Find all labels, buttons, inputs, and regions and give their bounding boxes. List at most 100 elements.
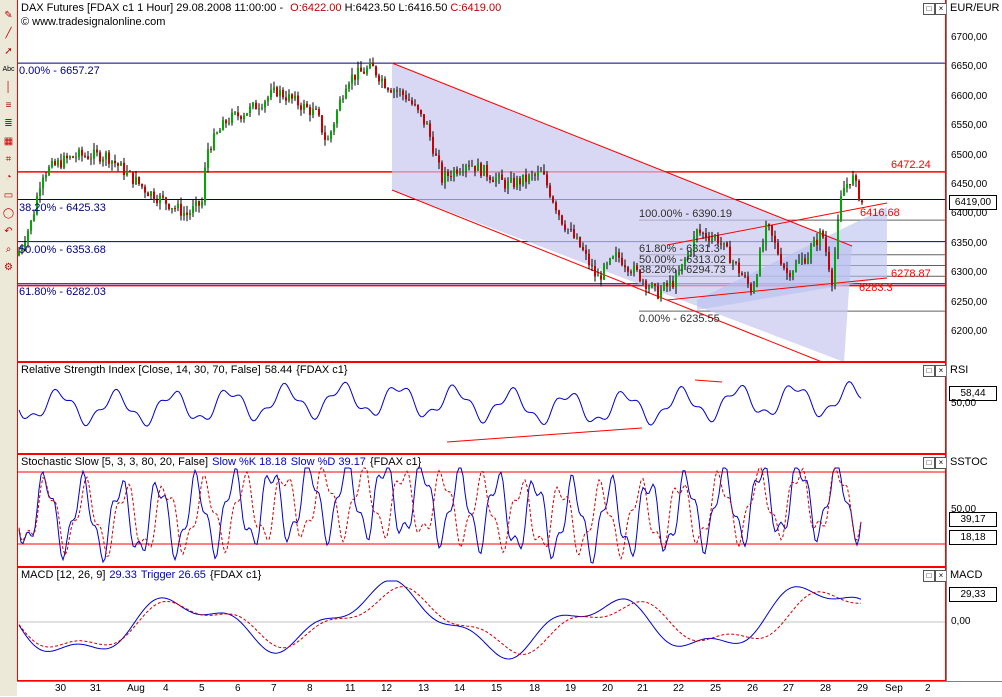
rsi-axis-title: RSI [950,364,969,376]
channel-tool-icon[interactable]: ▦ [1,134,16,149]
price-tick-label: 6400,00 [951,208,988,220]
price-tick-label: 6250,00 [951,296,988,308]
fib-tool-icon[interactable]: ≡ [1,98,16,113]
time-axis-label: 20 [602,683,614,694]
chart-symbol-info: DAX Futures [FDAX c1 1 Hour] 29.08.2008 … [21,2,287,14]
price-tick-label: 6650,00 [951,61,988,73]
settings-tool-icon[interactable]: ⚙ [1,260,16,275]
macd-title: MACD [12, 26, 9] 29.33 Trigger 26.65 {FDAX … [21,569,265,581]
fib-right-label: 0.00% - 6235.55 [639,313,720,326]
arrow-tool-icon[interactable]: ➚ [1,44,16,59]
stochastic-pane-border [17,454,946,567]
time-axis-label: 15 [491,683,503,694]
time-axis-label: 19 [565,683,577,694]
time-axis-label: 5 [199,683,205,694]
stochastic-axis: SSTOC 50,00 39,17 18,18 [946,454,1002,567]
time-axis-label: 28 [820,683,832,694]
time-axis-label: 22 [673,683,685,694]
time-axis-label: 25 [710,683,722,694]
pencil-tool-icon[interactable]: ✎ [1,8,16,23]
close-value: C:6419.00 [447,2,502,14]
rsi-axis: RSI 58,44 50,00 [946,362,1002,454]
time-axis-label: Sep [885,683,903,694]
last-price-tag: 6419,00 [949,195,997,210]
zoom-tool-icon[interactable]: ⌕ [1,242,16,257]
time-axis-label: 13 [418,683,430,694]
website-label: © www.tradesignalonline.com [21,16,166,28]
support-label: 6278.87 [891,267,931,280]
maximize-icon[interactable]: □ [923,365,935,377]
time-axis-label: 18 [529,683,541,694]
time-axis-label: 8 [307,683,313,694]
macd-value-tag: 29,33 [949,587,997,602]
stochastic-symbol: {FDAX c1} [369,456,422,468]
macd-name: MACD [12, 26, 9] [21,569,106,581]
fib-left-label: 0.00% - 6657.27 [19,65,100,78]
stochastic-k-tag: 18,18 [949,530,997,545]
maximize-icon[interactable]: □ [923,3,935,15]
price-pane-title: DAX Futures [FDAX c1 1 Hour] 29.08.2008 … [21,2,501,14]
price-tick-label: 6700,00 [951,32,988,43]
rsi-pane[interactable]: Relative Strength Index [Close, 14, 30, … [17,362,1002,454]
maximize-icon[interactable]: □ [923,457,935,469]
price-axis[interactable]: EUR/EUR 6700,00 6650,00 6600,00 6550,00 6500… [946,0,1002,362]
stochastic-pane[interactable]: Stochastic Slow [5, 3, 3, 80, 20, False]… [17,454,1002,567]
time-axis-label: 21 [637,683,649,694]
time-axis-label: 2 [925,683,931,694]
fib-right-label: 38.20% - 6294.73 [639,264,726,277]
macd-axis-title: MACD [950,569,983,581]
time-axis-label: 4 [163,683,169,694]
high-value: H:6423.50 [341,2,396,14]
trend-label: 6416.68 [860,206,900,219]
price-tick-label: 6200,00 [951,326,988,337]
rect-tool-icon[interactable]: ▭ [1,188,16,203]
website-text: www.tradesignalonline.com [32,16,166,28]
time-axis-label: 6 [235,683,241,694]
undo-tool-icon[interactable]: ↶ [1,224,16,239]
time-axis-label: 29 [857,683,869,694]
rsi-tick-label: 50,00 [951,398,977,409]
fib-ext-tool-icon[interactable]: ≣ [1,116,16,131]
price-tick-label: 6500,00 [951,149,988,161]
macd-symbol: {FDAX c1} [209,569,262,581]
macd-axis: MACD 29,33 0,00 [946,567,1002,681]
macd-tick-label: 0,00 [951,616,971,627]
cycle-tool-icon[interactable]: ◔ [1,170,16,185]
price-tick-label: 6350,00 [951,237,988,249]
price-tick-label: 6300,00 [951,267,988,279]
drawing-toolbar: ✎ ╱ ➚ Abc │ ≡ ≣ ▦ ⌗ ◔ ▭ ◯ ↶ ⌕ ⚙ [0,0,18,696]
time-axis-label: 30 [55,683,67,694]
stochastic-title: Stochastic Slow [5, 3, 3, 80, 20, False]… [21,456,425,468]
rsi-title: Relative Strength Index [Close, 14, 30, … [21,364,352,376]
macd-value: 29.33 [109,569,137,581]
time-axis-label: 14 [454,683,466,694]
stochastic-axis-title: SSTOC [950,456,988,468]
time-axis-label: 11 [345,683,356,694]
stochastic-d-tag: 39,17 [949,512,997,527]
ellipse-tool-icon[interactable]: ◯ [1,206,16,221]
rsi-name: Relative Strength Index [Close, 14, 30, … [21,364,261,376]
price-pane[interactable]: DAX Futures [FDAX c1 1 Hour] 29.08.2008 … [17,0,1002,362]
stochastic-d-value: Slow %D 39.17 [290,456,366,468]
chart-area: DAX Futures [FDAX c1 1 Hour] 29.08.2008 … [17,0,1002,697]
time-axis-label: 31 [90,683,102,694]
time-axis-label: 12 [381,683,393,694]
macd-pane[interactable]: MACD [12, 26, 9] 29.33 Trigger 26.65 {FDAX … [17,567,1002,681]
fib-right-label: 100.00% - 6390.19 [639,208,732,221]
open-value: O:6422.00 [290,2,342,14]
macd-trigger-value: Trigger 26.65 [140,569,206,581]
stochastic-k-value: Slow %K 18.18 [212,456,287,468]
time-axis-label: 7 [271,683,277,694]
price-pane-border [17,0,946,362]
text-tool-icon[interactable]: Abc [1,62,16,77]
time-axis[interactable]: 30 31 Aug 4 5 6 7 8 11 12 13 14 15 18 19 20 21 22 25 26 27 28… [17,681,1002,697]
time-axis-label: 26 [747,683,759,694]
rsi-value: 58.44 [264,364,293,376]
line-tool-icon[interactable]: ╱ [1,26,16,41]
axis-currency-label: EUR/EUR [950,2,1000,14]
maximize-icon[interactable]: □ [923,570,935,582]
stochastic-name: Stochastic Slow [5, 3, 3, 80, 20, False] [21,456,209,468]
pen-tool-icon[interactable]: │ [1,80,16,95]
gann-tool-icon[interactable]: ⌗ [1,152,16,167]
rsi-symbol: {FDAX c1} [296,364,348,376]
